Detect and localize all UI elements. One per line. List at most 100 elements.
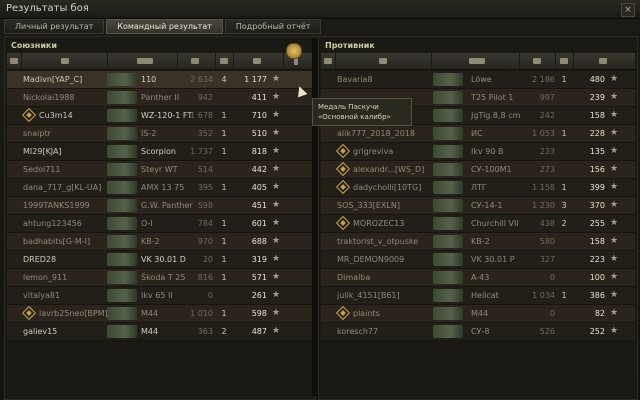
player-name[interactable]: alexandr...[WS_D] (353, 161, 445, 178)
star-icon: ★ (271, 272, 281, 282)
table-row[interactable]: Dimalba A-43 0 100 ★ (321, 269, 635, 287)
table-row[interactable]: dana_717_g[KL-UA] AMX 13 75 395 1 405 ★ (7, 179, 313, 197)
table-row[interactable]: alik777_2018_2018 ИС 1 053 1 228 ★ (321, 125, 635, 143)
star-icon: ★ (609, 218, 619, 228)
player-name[interactable]: Sedoi711 (23, 161, 115, 178)
vehicle-header[interactable] (107, 53, 178, 69)
player-name[interactable]: badhabits[G-M-I] (23, 233, 115, 250)
damage-header[interactable] (177, 53, 216, 69)
table-row[interactable]: galiev15 M44 363 2 487 ★ (7, 323, 313, 341)
player-name[interactable]: SOS_333[EXLN] (337, 197, 429, 214)
table-row[interactable]: MR_DEMON9009 VK 30.01 P 327 223 ★ (321, 251, 635, 269)
tab-detailed-report[interactable]: Подробный отчёт (224, 19, 322, 34)
table-row[interactable]: Nickolai1988 Panther II 942 411 ★ (7, 89, 313, 107)
player-name[interactable]: dana_717_g[KL-UA] (23, 179, 115, 196)
player-name[interactable]: Bavaria8 (337, 71, 429, 88)
enemy-xp-header[interactable] (573, 53, 635, 69)
table-row[interactable]: ahtung123456 O-I 784 1 601 ★ (7, 215, 313, 233)
table-row[interactable]: vitalya81 Ikv 65 II 0 261 ★ (7, 287, 313, 305)
player-name[interactable]: julik_4151[B61] (337, 287, 429, 304)
player-name[interactable]: vitalya81 (23, 287, 115, 304)
table-row[interactable]: 1999TANKS1999 G.W. Panther 598 451 ★ (7, 197, 313, 215)
damage-value: 20 (202, 255, 213, 264)
medal-icon[interactable] (286, 43, 302, 59)
player-name[interactable]: Nickolai1988 (23, 89, 115, 106)
xp-value: 255 (589, 219, 605, 228)
table-row[interactable]: MOROZEC13 Churchill VII 438 2 255 ★ (321, 215, 635, 233)
tab-personal-result[interactable]: Личный результат (4, 19, 105, 34)
frags-value (557, 269, 571, 286)
table-row[interactable]: plaints M44 0 82 ★ (321, 305, 635, 323)
vehicle-icon (137, 58, 153, 64)
frags-value: 1 (221, 147, 227, 156)
player-header[interactable] (21, 53, 108, 69)
table-row[interactable]: dadycholli[10TG] ЛТГ 1 158 1 399 ★ (321, 179, 635, 197)
table-row[interactable]: badhabits[G-M-I] KB-2 970 1 688 ★ (7, 233, 313, 251)
table-row[interactable]: lemon_911 Škoda T 25 816 1 571 ★ (7, 269, 313, 287)
player-name[interactable]: 1999TANKS1999 (23, 197, 115, 214)
enemy-player-header[interactable] (335, 53, 432, 69)
player-name[interactable]: koresch77 (337, 323, 429, 340)
damage-value: 438 (539, 219, 555, 228)
star-icon: ★ (609, 254, 619, 264)
vehicle-icon (433, 163, 463, 176)
table-row[interactable]: snaiptr IS-2 352 1 510 ★ (7, 125, 313, 143)
table-row[interactable]: lavrb25neo[BPM] M44 1 010 1 598 ★ (7, 305, 313, 323)
tab-team-result[interactable]: Командный результат (106, 19, 223, 34)
damage-value: 1 230 (532, 201, 555, 210)
vehicle-icon (433, 181, 463, 194)
damage-value: 1 737 (190, 147, 213, 156)
table-row[interactable]: grigreviva Ikv 90 B 233 135 ★ (321, 143, 635, 161)
vehicle-icon (433, 127, 463, 140)
damage-value: 352 (197, 129, 213, 138)
player-name[interactable]: Dimalba (337, 269, 429, 286)
table-row[interactable]: Cu3m14 WZ-120-1 FT 1 678 1 710 ★ (7, 107, 313, 125)
frags-header[interactable] (215, 53, 234, 69)
player-name[interactable]: grigreviva (353, 143, 445, 160)
enemy-vehicle-header[interactable] (431, 53, 520, 69)
table-row[interactable]: julik_4151[B61] Hellcat 1 034 1 386 ★ (321, 287, 635, 305)
close-icon[interactable]: × (621, 3, 635, 17)
player-name[interactable]: snaiptr (23, 125, 115, 142)
player-name[interactable]: lemon_911 (23, 269, 115, 286)
tank-class-header[interactable] (7, 53, 22, 69)
frags-value: 1 (221, 219, 227, 228)
damage-value: 997 (539, 93, 555, 102)
player-name[interactable]: MI29[KJA] (23, 143, 115, 160)
titlebar: Результаты боя × (0, 0, 640, 19)
platoon-icon (335, 215, 351, 231)
table-row[interactable]: koresch77 СУ-8 526 252 ★ (321, 323, 635, 341)
star-icon: ★ (271, 236, 281, 246)
table-row[interactable]: MI29[KJA] Scorpion 1 737 1 818 ★ (7, 143, 313, 161)
vehicle-icon (433, 307, 463, 320)
table-row[interactable]: Bavaria8 Löwe 2 186 1 480 ★ (321, 71, 635, 89)
player-name[interactable]: plaints (353, 305, 445, 322)
battle-results-window: Результаты боя × Личный результат Команд… (0, 0, 640, 400)
player-name[interactable]: MR_DEMON9009 (337, 251, 429, 268)
frags-value (557, 233, 571, 250)
xp-value: 451 (251, 201, 267, 210)
xp-header[interactable] (233, 53, 284, 69)
player-name[interactable]: MOROZEC13 (353, 215, 445, 232)
enemy-damage-header[interactable] (519, 53, 556, 69)
table-row[interactable]: Sedoi711 Steyr WT 514 442 ★ (7, 161, 313, 179)
player-name[interactable]: ahtung123456 (23, 215, 115, 232)
table-row[interactable]: SOS_333[EXLN] СУ-14-1 1 230 3 370 ★ (321, 197, 635, 215)
table-row[interactable]: alexandr...[WS_D] СУ-100М1 273 156 ★ (321, 161, 635, 179)
table-row[interactable]: traktorist_v_otpuske KB-2 580 158 ★ (321, 233, 635, 251)
damage-value: 233 (539, 147, 555, 156)
enemy-frags-header[interactable] (555, 53, 574, 69)
player-name[interactable]: dadycholli[10TG] (353, 179, 445, 196)
table-row[interactable]: Madivn[YAP_C] 110 2 634 4 1 177 ★ (7, 71, 313, 89)
player-name[interactable]: alik777_2018_2018 (337, 125, 429, 142)
star-icon: ★ (271, 110, 281, 120)
table-row[interactable]: DRED28 VK 30.01 D 20 1 319 ★ (7, 251, 313, 269)
damage-value: 942 (197, 93, 213, 102)
player-name[interactable]: galiev15 (23, 323, 115, 340)
player-name[interactable]: DRED28 (23, 251, 115, 268)
vehicle-icon (107, 127, 137, 140)
player-name[interactable]: traktorist_v_otpuske (337, 233, 429, 250)
player-name[interactable]: Madivn[YAP_C] (23, 71, 115, 88)
enemy-tank-class-header[interactable] (321, 53, 336, 69)
frags-value: 1 (561, 291, 567, 300)
